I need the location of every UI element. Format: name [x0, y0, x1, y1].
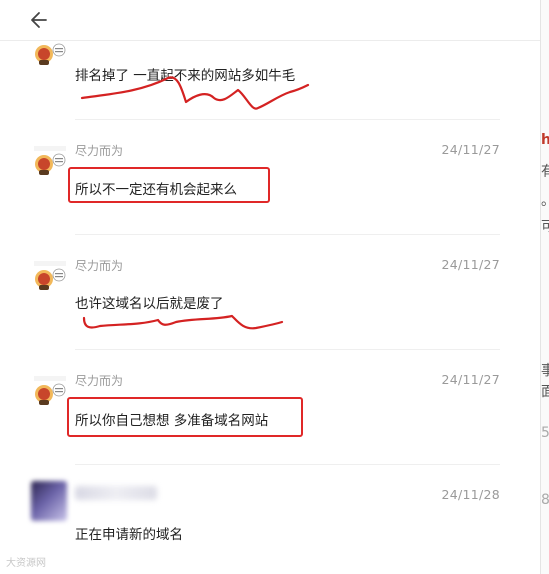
blurred-avatar[interactable] [31, 481, 67, 521]
separator [75, 349, 500, 350]
highlight-box [67, 397, 303, 437]
separator [75, 234, 500, 235]
message-text: 也许这域名以后就是废了 [75, 296, 224, 312]
message-date: 24/11/28 [441, 487, 500, 502]
adjacent-panel-edge: h 有 。 可 事 面 5 8 [540, 0, 549, 574]
message-date: 24/11/27 [441, 257, 500, 272]
sender-name[interactable]: 尽力而为 [75, 372, 123, 389]
avatar[interactable] [33, 146, 67, 175]
edge-fragment: h [541, 132, 549, 148]
separator [75, 464, 500, 465]
chat-panel: 排名掉了 一直起不来的网站多如牛毛 尽力而为 24/11/27 所以不一定还有机… [0, 0, 540, 574]
highlight-box [68, 167, 270, 203]
edge-fragment: 面 [541, 381, 549, 401]
message-date: 24/11/27 [441, 372, 500, 387]
watermark: 大资源网 [6, 558, 46, 569]
back-button[interactable] [26, 6, 54, 34]
sender-name[interactable]: 尽力而为 [75, 257, 123, 274]
sender-name[interactable]: 尽力而为 [75, 142, 123, 159]
arrow-left-icon [31, 12, 47, 28]
edge-fragment: 。 [541, 190, 549, 210]
top-bar [0, 0, 540, 41]
separator [75, 119, 500, 120]
scribble-underline [82, 314, 284, 330]
avatar[interactable] [33, 376, 67, 405]
edge-fragment: 5 [541, 425, 549, 441]
edge-fragment: 可 [541, 216, 549, 236]
message-text: 排名掉了 一直起不来的网站多如牛毛 [75, 68, 296, 84]
blurred-sender-name [75, 486, 157, 500]
edge-fragment: 8 [541, 492, 549, 508]
message-text: 正在申请新的域名 [75, 527, 183, 543]
avatar[interactable] [33, 40, 67, 68]
edge-fragment: 事 [541, 360, 549, 380]
message-date: 24/11/27 [441, 142, 500, 157]
edge-fragment: 有 [541, 161, 549, 181]
avatar[interactable] [33, 261, 67, 290]
